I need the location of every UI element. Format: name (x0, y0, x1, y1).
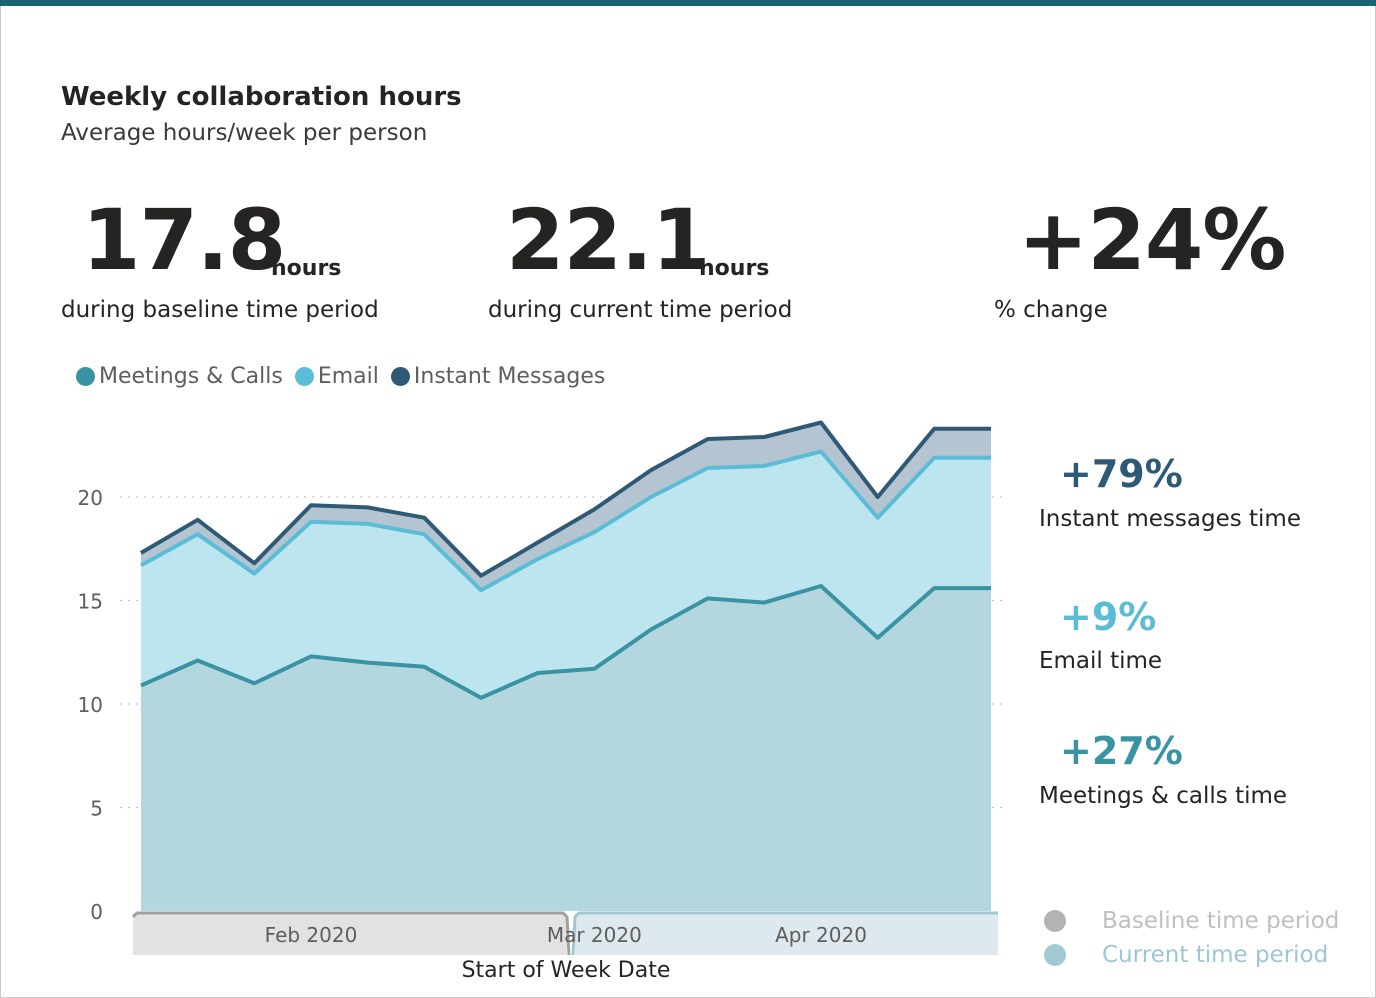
legend-item-meetings[interactable]: Meetings & Calls (76, 364, 283, 389)
x-tick-label: Mar 2020 (547, 923, 642, 947)
y-tick-label: 20 (78, 486, 103, 510)
legend-label-email: Email (317, 364, 379, 389)
change-instant-messages-label: Instant messages time (1039, 506, 1301, 532)
legend-item-instant-messages[interactable]: Instant Messages (390, 364, 606, 389)
period-legend-baseline[interactable]: Baseline time period (1044, 908, 1339, 934)
kpi-current-unit: hours (699, 256, 770, 281)
legend-dot-meetings (76, 367, 95, 386)
change-meetings-label: Meetings & calls time (1039, 783, 1288, 809)
chart-subtitle: Average hours/week per person (61, 120, 428, 146)
change-meetings-value: +27% (1060, 729, 1183, 773)
legend-label-instant-messages: Instant Messages (413, 364, 606, 389)
kpi-baseline-value: 17.8 (82, 191, 286, 289)
period-legend-current[interactable]: Current time period (1044, 942, 1328, 968)
y-tick-label: 5 (90, 797, 103, 821)
x-axis-title: Start of Week Date (462, 958, 671, 983)
legend-label-meetings: Meetings & Calls (99, 364, 283, 389)
kpi-current-label: during current time period (488, 297, 793, 323)
series-legend: Meetings & Calls Email Instant Messages (76, 364, 617, 389)
x-tick-label: Feb 2020 (265, 923, 358, 947)
y-tick-label: 0 (90, 900, 103, 924)
legend-dot-instant-messages (390, 367, 410, 386)
header-accent-bar (0, 0, 1376, 6)
stacked-area-chart: 0 5 10 15 20 Feb 2020 Mar 2020 Apr 2020 Start of… (78, 420, 1005, 983)
change-instant-messages-value: +79% (1060, 452, 1183, 496)
x-tick-label: Apr 2020 (775, 923, 867, 947)
period-dot-baseline (1044, 910, 1066, 932)
kpi-baseline-label: during baseline time period (61, 297, 379, 323)
kpi-change-label: % change (994, 297, 1108, 323)
y-tick-label: 15 (78, 590, 103, 614)
legend-dot-email (294, 367, 314, 386)
change-email-label: Email time (1039, 648, 1163, 674)
period-label-current: Current time period (1102, 942, 1329, 968)
period-dot-current (1044, 944, 1066, 966)
kpi-current-value: 22.1 (506, 191, 710, 289)
period-label-baseline: Baseline time period (1102, 908, 1340, 934)
legend-item-email[interactable]: Email (294, 364, 379, 389)
kpi-baseline-unit: hours (271, 256, 342, 281)
y-tick-label: 10 (78, 693, 103, 717)
chart-title: Weekly collaboration hours (61, 82, 462, 112)
change-email-value: +9% (1060, 595, 1157, 639)
kpi-change-value: +24% (1018, 191, 1286, 289)
